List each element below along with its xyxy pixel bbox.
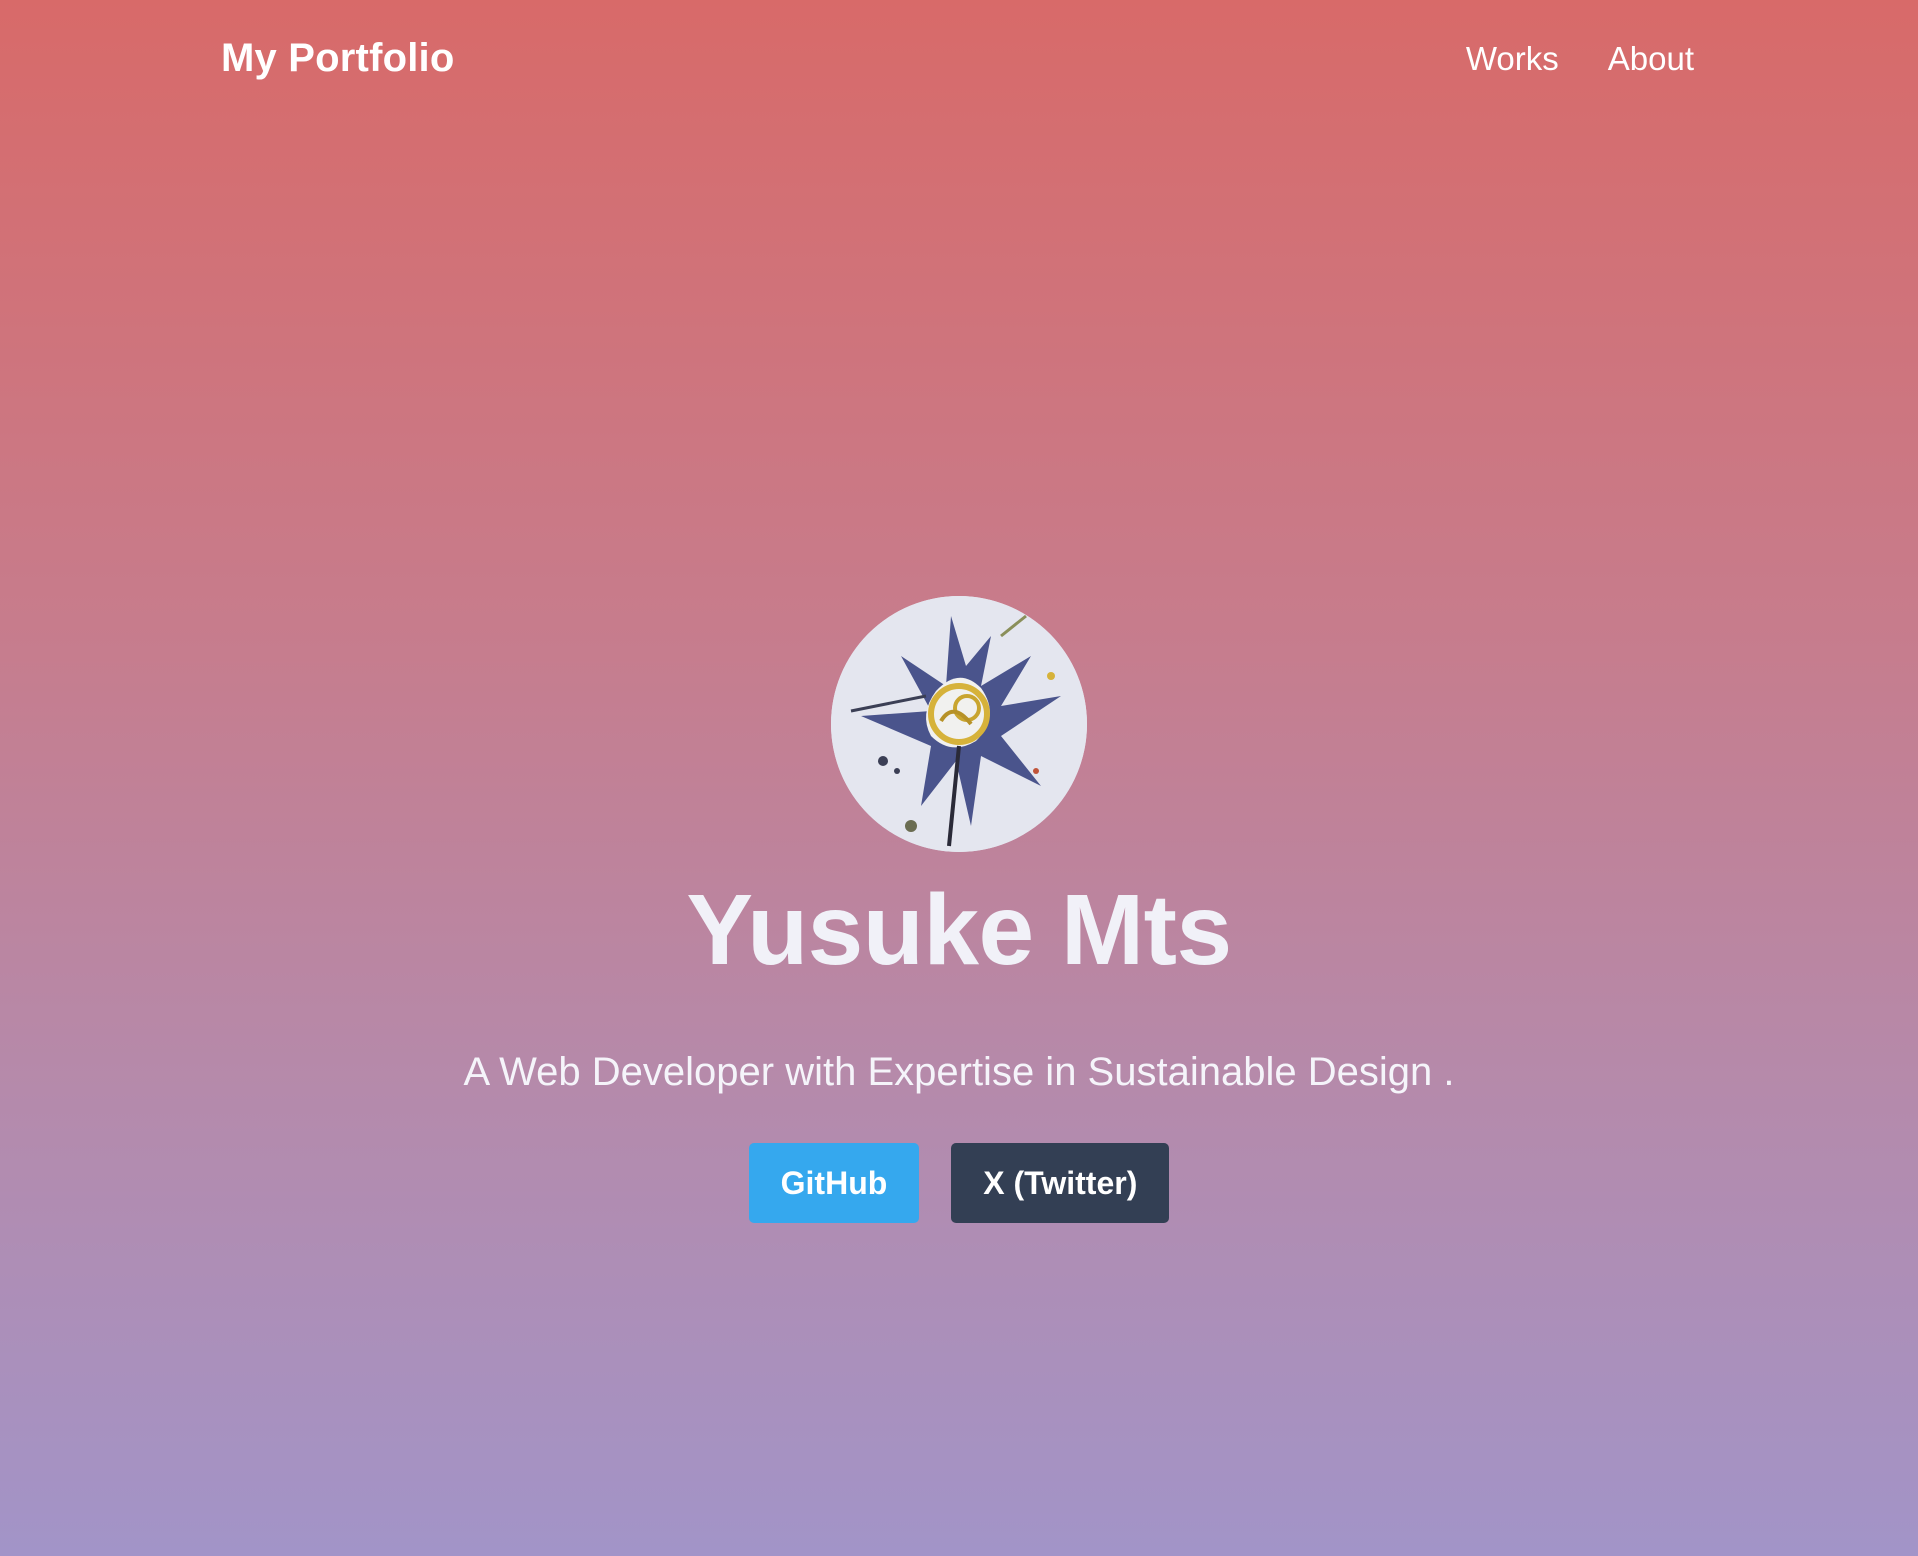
brand-logo-link[interactable]: My Portfolio xyxy=(221,36,455,81)
hero-name-heading: Yusuke Mts xyxy=(686,874,1232,986)
hero-tagline: A Web Developer with Expertise in Sustai… xyxy=(463,1050,1455,1094)
avatar-artwork-image xyxy=(831,596,1087,852)
top-navigation: My Portfolio Works About xyxy=(0,0,1918,122)
hero-section: Yusuke Mts A Web Developer with Expertis… xyxy=(0,596,1918,1223)
x-twitter-button[interactable]: X (Twitter) xyxy=(951,1143,1170,1223)
social-buttons: GitHub X (Twitter) xyxy=(0,1143,1918,1223)
nav-link-about[interactable]: About xyxy=(1608,40,1694,78)
github-button[interactable]: GitHub xyxy=(748,1143,920,1223)
avatar xyxy=(831,596,1087,852)
nav-links: Works About xyxy=(1466,40,1694,78)
nav-link-works[interactable]: Works xyxy=(1466,40,1559,78)
